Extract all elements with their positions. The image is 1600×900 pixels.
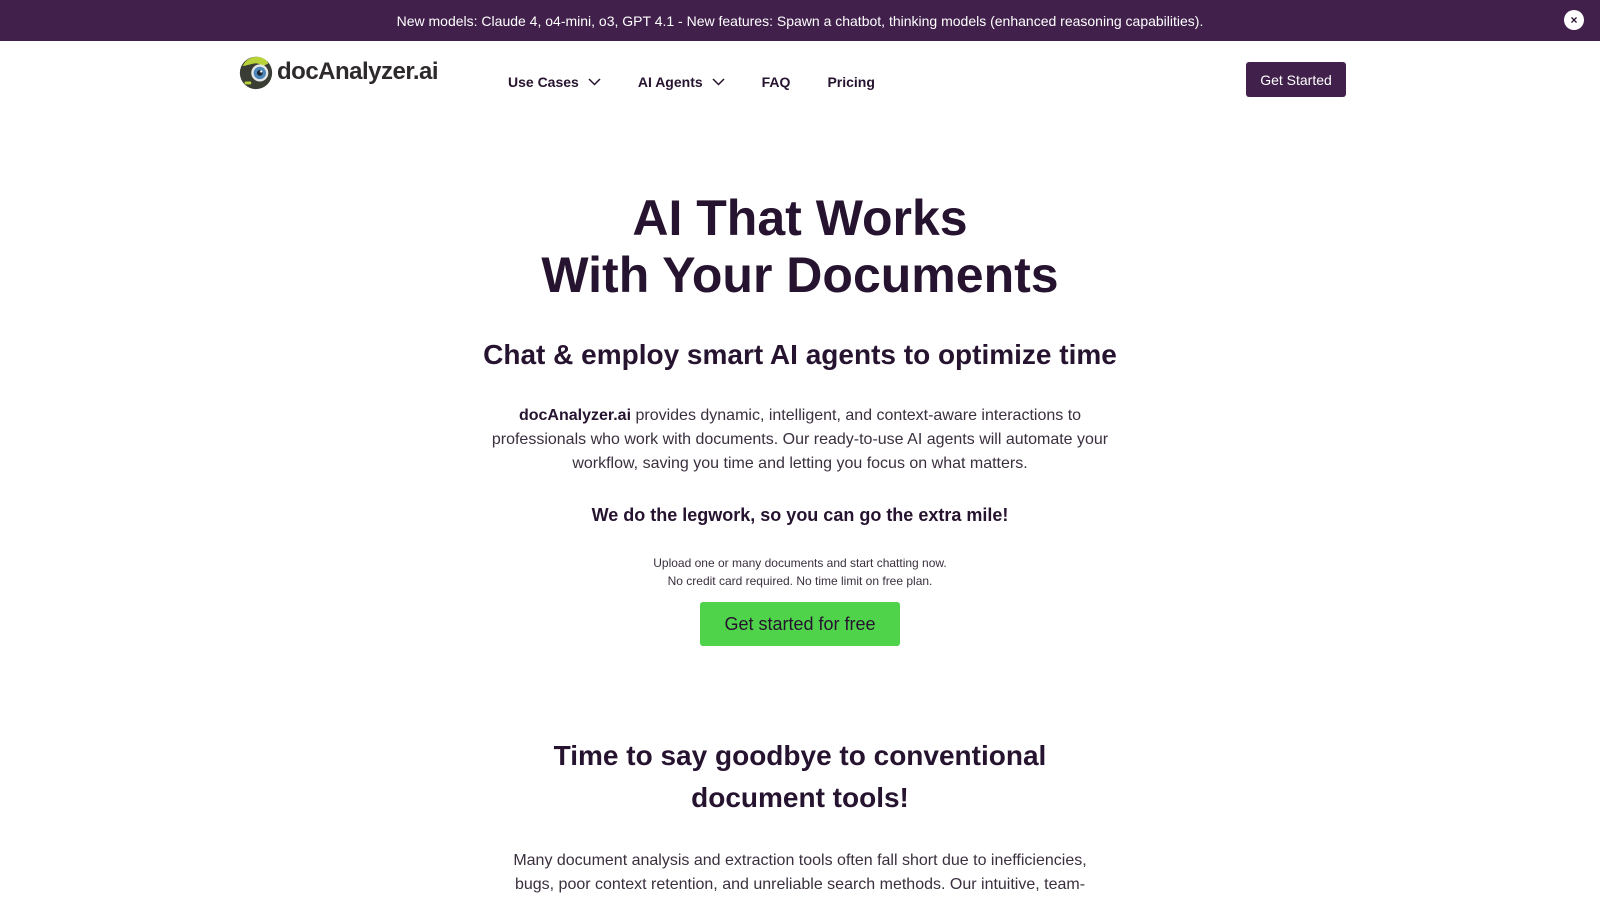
get-started-free-button[interactable]: Get started for free	[700, 602, 900, 646]
chevron-down-icon	[712, 78, 725, 86]
nav-item-use-cases[interactable]: Use Cases	[508, 74, 601, 90]
nav-item-label: Use Cases	[508, 74, 579, 90]
hero-description-brand: docAnalyzer.ai	[518, 407, 632, 424]
hero-title-line-1: AI That Works	[632, 190, 968, 246]
nav-item-label: AI Agents	[637, 74, 703, 90]
nav-item-ai-agents[interactable]: AI Agents	[638, 74, 725, 90]
hero-description: docAnalyzer.ai provides dynamic, intelli…	[470, 404, 1130, 476]
hero-title-line-2: With Your Documents	[541, 247, 1059, 303]
logo-text: docAnalyzer.ai	[277, 58, 439, 85]
nav-item-label: FAQ	[761, 74, 791, 90]
section-body: Many document analysis and extraction to…	[513, 852, 1087, 893]
chevron-down-icon	[588, 78, 601, 86]
get-started-button[interactable]: Get Started	[1246, 62, 1346, 97]
nav-item-faq[interactable]: FAQ	[762, 74, 791, 90]
announcement-text: New models: Claude 4, o4-mini, o3, GPT 4…	[396, 12, 1204, 29]
announcement-banner: New models: Claude 4, o4-mini, o3, GPT 4…	[0, 0, 1600, 41]
close-icon[interactable]: ×	[1564, 10, 1584, 30]
hero-title: AI That Works With Your Documents	[0, 190, 1600, 304]
goodbye-section: Time to say goodbye to conventional docu…	[0, 735, 1600, 897]
main-nav: Use Cases AI Agents FAQ Pricing	[508, 74, 912, 90]
hero-subtitle: Chat & employ smart AI agents to optimiz…	[483, 339, 1117, 370]
section-title: Time to say goodbye to conventional docu…	[553, 740, 1047, 813]
nav-item-label: Pricing	[827, 74, 875, 90]
hero-section: AI That Works With Your Documents Chat &…	[0, 190, 1600, 646]
nav-item-pricing[interactable]: Pricing	[827, 74, 874, 90]
hero-note-line-1: Upload one or many documents and start c…	[653, 556, 947, 570]
robot-eye-logo-icon	[239, 56, 273, 90]
logo[interactable]: docAnalyzer.ai	[237, 53, 439, 91]
hero-tagline: We do the legwork, so you can go the ext…	[591, 505, 1009, 525]
hero-note: Upload one or many documents and start c…	[0, 554, 1600, 590]
site-header: docAnalyzer.ai Use Cases AI Agents FAQ P…	[0, 41, 1600, 121]
hero-note-line-2: No credit card required. No time limit o…	[667, 574, 933, 588]
